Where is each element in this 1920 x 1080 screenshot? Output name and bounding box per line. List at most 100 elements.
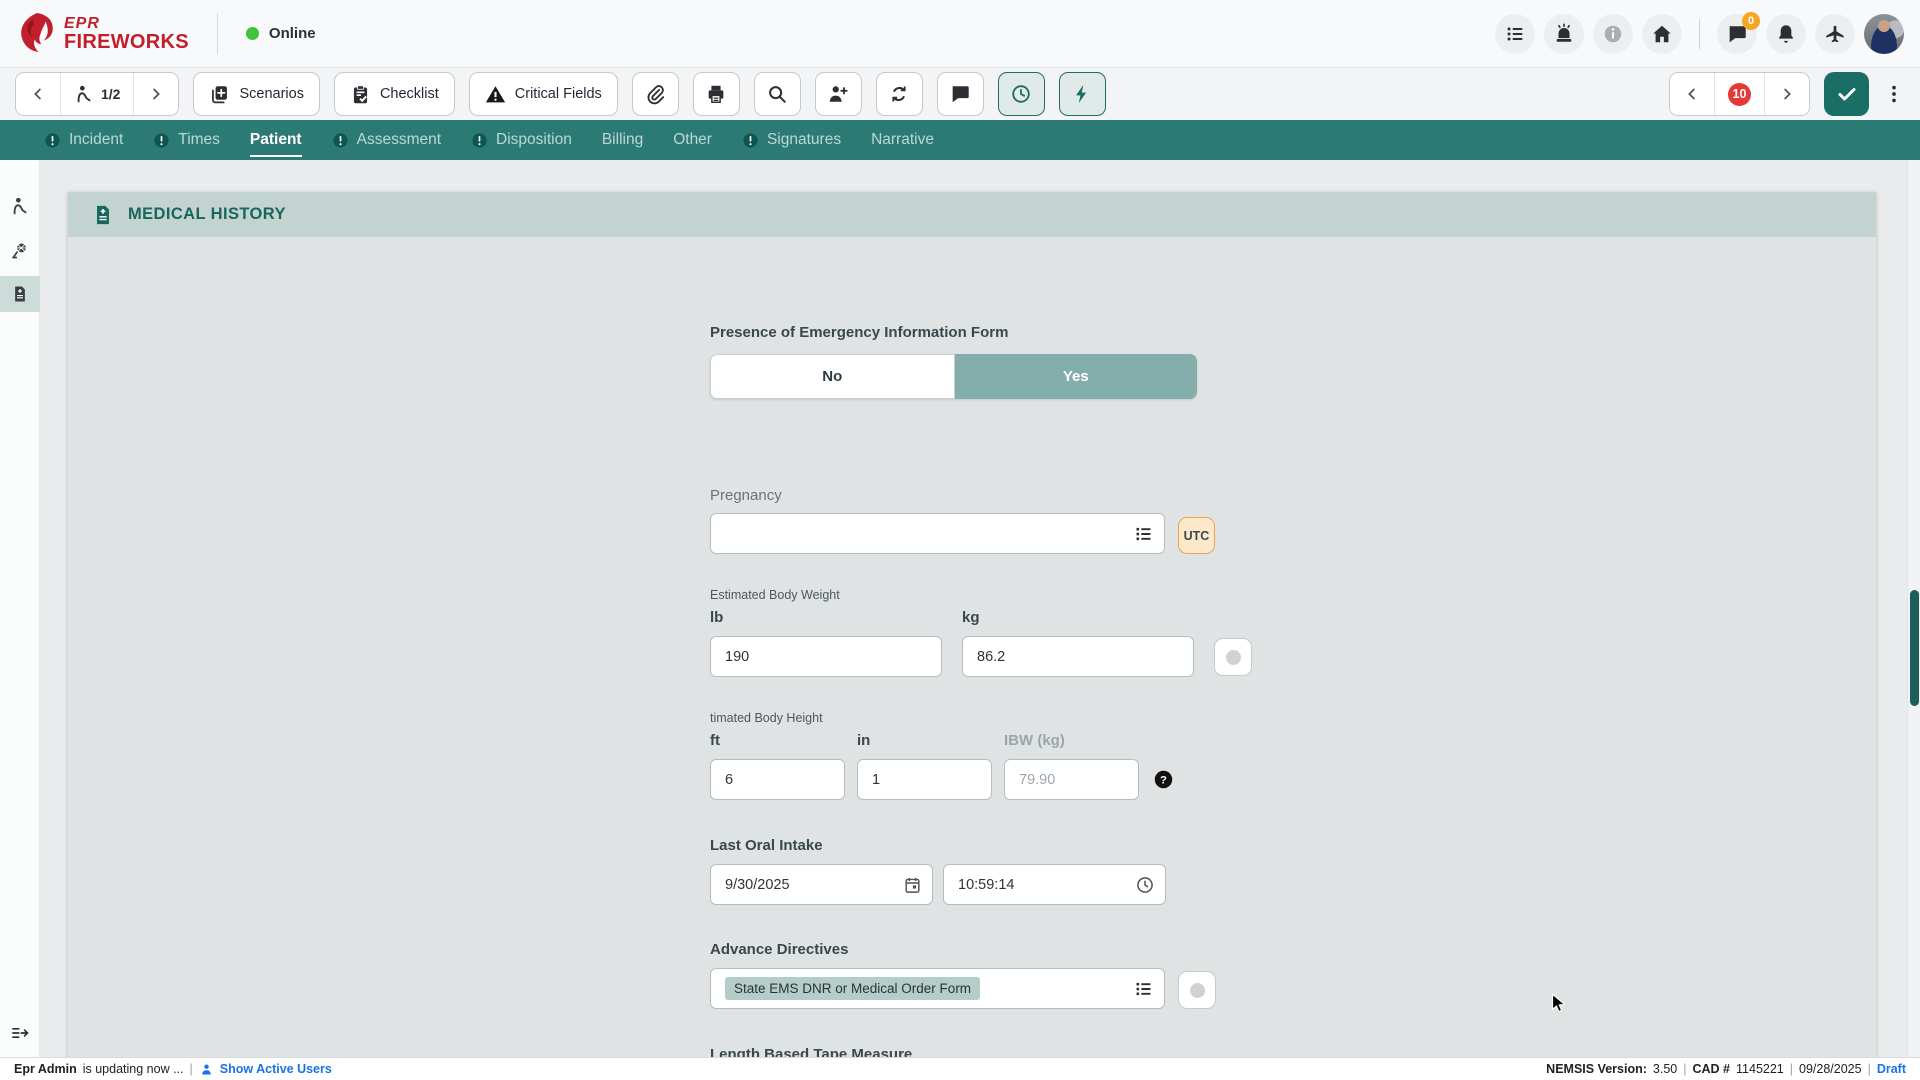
list-icon [1133,978,1154,999]
ibw-help-button[interactable]: ? [1153,769,1174,790]
last-oral-intake-time-input[interactable] [943,864,1166,905]
tab-narrative[interactable]: Narrative [871,129,934,151]
check-icon [1835,82,1859,106]
logo-text-fireworks: FIREWORKS [64,32,189,52]
advance-directives-not-obtained-button[interactable] [1178,971,1216,1009]
field-body-height: timated Body Height ft in IBW (kg) [710,711,1174,800]
list-icon [1133,523,1154,544]
error-count-button[interactable]: 10 [1715,73,1765,115]
search-button[interactable] [754,72,801,116]
tab-other[interactable]: Other [673,129,712,151]
notifications-button[interactable] [1766,14,1806,54]
flame-logo-icon [16,12,56,56]
active-user-name: Epr Admin [14,1062,77,1076]
info-icon [1602,23,1624,45]
weight-lb-input[interactable] [710,636,942,677]
tab-patient[interactable]: Patient [250,129,302,151]
alert-icon [471,132,488,149]
nemsis-version-label: NEMSIS Version: [1546,1062,1647,1076]
emergency-info-option-no[interactable]: No [710,354,955,399]
tab-label: Narrative [871,131,934,149]
kebab-menu-icon [1883,83,1905,105]
search-icon [766,83,788,105]
weight-not-obtained-button[interactable] [1214,638,1252,676]
tab-label: Billing [602,131,643,149]
pregnancy-list-picker[interactable] [1133,523,1154,544]
tab-assessment[interactable]: Assessment [332,129,441,151]
date-picker-button[interactable] [903,875,922,894]
comments-button[interactable] [937,72,984,116]
tab-times[interactable]: Times [153,129,220,151]
clock-icon [1010,83,1032,105]
scenarios-label: Scenarios [239,86,303,102]
advance-directive-chip[interactable]: State EMS DNR or Medical Order Form [725,977,980,1000]
tab-label: Incident [69,131,123,149]
print-button[interactable] [693,72,740,116]
medical-history-icon [11,284,29,304]
svg-text:?: ? [1160,775,1167,787]
section-tabbar: Incident Times Patient Assessment Dispos… [0,120,1920,160]
scenarios-button[interactable]: Scenarios [193,72,319,116]
show-active-users-link[interactable]: Show Active Users [220,1062,332,1076]
logo-text-epr: EPR [64,16,189,32]
tab-billing[interactable]: Billing [602,129,643,151]
online-status-label: Online [269,25,316,42]
validation-pager: 10 [1669,72,1810,116]
tab-disposition[interactable]: Disposition [471,129,572,151]
utc-toggle-button[interactable]: UTC [1178,517,1215,554]
main-content: MEDICAL HISTORY Presence of Emergency In… [40,160,1920,1057]
more-options-button[interactable] [1883,83,1905,105]
time-picker-button[interactable] [1135,875,1155,895]
error-count-badge: 10 [1728,83,1751,106]
sidebar-expand-button[interactable] [0,1023,40,1043]
flight-mode-button[interactable] [1815,14,1855,54]
critical-fields-button[interactable]: Critical Fields [469,72,618,116]
expand-sidebar-icon [10,1023,30,1043]
alerts-siren-button[interactable] [1544,14,1584,54]
content-scrollbar[interactable] [1907,160,1920,1057]
tab-incident[interactable]: Incident [44,129,123,151]
next-record-button[interactable] [134,73,178,115]
prev-error-button[interactable] [1670,73,1715,115]
save-button[interactable] [1824,72,1869,116]
vitals-icon [10,240,30,260]
chevron-left-icon [29,85,47,103]
list-menu-button[interactable] [1495,14,1535,54]
last-oral-intake-date-input[interactable] [710,864,933,905]
user-avatar[interactable] [1864,14,1904,54]
draft-status-link[interactable]: Draft [1877,1062,1906,1076]
emergency-info-option-yes[interactable]: Yes [955,354,1198,399]
tab-signatures[interactable]: Signatures [742,129,841,151]
info-button[interactable] [1593,14,1633,54]
height-ft-input[interactable] [710,759,845,800]
active-user-activity: is updating now ... [83,1062,184,1076]
sync-button[interactable] [876,72,923,116]
advance-directives-list-picker[interactable] [1133,978,1154,999]
sidebar-item-patient-info[interactable] [0,188,40,224]
ibw-kg-input[interactable] [1004,759,1139,800]
patient-icon [74,84,94,104]
cad-value: 1145221 [1736,1062,1784,1076]
medical-history-icon [92,203,114,227]
add-crew-button[interactable] [815,72,862,116]
checklist-button[interactable]: Checklist [334,72,455,116]
home-button[interactable] [1642,14,1682,54]
height-in-input[interactable] [857,759,992,800]
sidebar-item-vitals[interactable] [0,232,40,268]
person-icon [199,1062,214,1077]
pregnancy-input[interactable] [710,513,1165,554]
time-mode-toggle[interactable] [998,72,1045,116]
separator: | [190,1062,193,1076]
attachments-button[interactable] [632,72,679,116]
advance-directives-input[interactable]: State EMS DNR or Medical Order Form [710,968,1165,1009]
messages-button[interactable]: 0 [1717,14,1757,54]
quick-entry-toggle[interactable] [1059,72,1106,116]
prev-record-button[interactable] [16,73,61,115]
weight-kg-input[interactable] [962,636,1194,677]
home-icon [1651,23,1673,45]
sidebar-item-medical-history[interactable] [0,276,40,312]
next-error-button[interactable] [1765,73,1809,115]
scrollbar-thumb[interactable] [1910,590,1919,706]
record-indicator[interactable]: 1/2 [61,73,134,115]
ft-label: ft [710,732,845,749]
